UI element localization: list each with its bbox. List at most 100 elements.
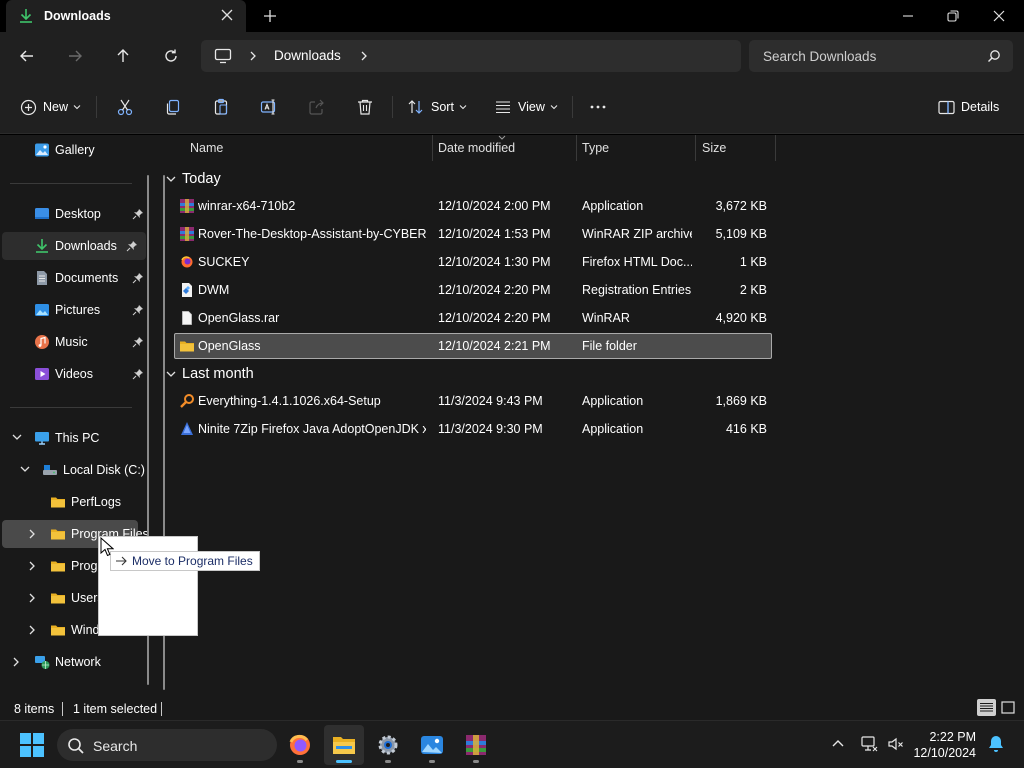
group-header-today[interactable]: Today <box>166 167 221 191</box>
network-status-icon[interactable] <box>860 735 878 753</box>
column-header-size[interactable]: Size <box>695 135 775 161</box>
nav-item-desktop[interactable]: Desktop <box>8 200 146 228</box>
details-view-toggle[interactable] <box>977 699 996 716</box>
search-icon[interactable] <box>987 49 1001 63</box>
computer-icon <box>35 432 49 445</box>
selection-count: 1 item selected <box>73 702 158 716</box>
more-options-button[interactable] <box>589 94 607 120</box>
new-tab-icon[interactable] <box>262 8 278 24</box>
winrar-archive-icon <box>180 227 194 241</box>
column-header-type[interactable]: Type <box>576 135 696 161</box>
address-bar[interactable]: Downloads <box>201 40 741 72</box>
close-tab-icon[interactable] <box>220 8 234 22</box>
nav-label-local-disk: Local Disk (C:) <box>63 463 145 477</box>
taskbar-app-settings[interactable] <box>368 725 408 765</box>
music-icon <box>35 335 49 349</box>
details-pane-button[interactable]: Details <box>938 94 999 120</box>
taskbar-app-winrar[interactable] <box>456 725 496 765</box>
breadcrumb-downloads[interactable]: Downloads <box>274 48 341 63</box>
file-row[interactable]: DWM 12/10/2024 2:20 PM Registration Entr… <box>174 277 772 303</box>
nav-item-this-pc[interactable]: This PC <box>8 424 146 452</box>
search-input[interactable] <box>749 40 979 72</box>
taskbar-app-photos[interactable] <box>412 725 452 765</box>
pin-icon[interactable] <box>132 272 144 284</box>
gallery-icon <box>35 143 49 157</box>
nav-item-gallery[interactable]: Gallery <box>8 136 146 164</box>
volume-muted-icon[interactable] <box>887 735 905 753</box>
nav-item-downloads[interactable]: Downloads <box>2 232 146 260</box>
file-row[interactable]: Ninite 7Zip Firefox Java AdoptOpenJDK x.… <box>174 416 772 442</box>
file-row[interactable]: SUCKEY 12/10/2024 1:30 PM Firefox HTML D… <box>174 249 772 275</box>
nav-item-pictures[interactable]: Pictures <box>8 296 146 324</box>
file-row[interactable]: Rover-The-Desktop-Assistant-by-CYBER... … <box>174 221 772 247</box>
chevron-right-icon[interactable] <box>28 625 36 635</box>
rename-button[interactable] <box>260 94 278 120</box>
nav-item-perflogs[interactable]: PerfLogs <box>8 488 146 516</box>
taskbar-app-firefox[interactable] <box>280 725 320 765</box>
pin-icon[interactable] <box>132 336 144 348</box>
column-divider[interactable] <box>775 135 776 161</box>
file-type: File folder <box>582 339 637 353</box>
group-header-last-month[interactable]: Last month <box>166 362 254 386</box>
taskbar-app-file-explorer[interactable] <box>324 725 364 765</box>
tab-downloads[interactable]: Downloads <box>6 0 246 32</box>
nav-item-videos[interactable]: Videos <box>8 360 146 388</box>
tiles-view-toggle[interactable] <box>999 699 1018 716</box>
nav-divider <box>10 407 132 408</box>
network-icon <box>35 656 50 669</box>
nav-item-music[interactable]: Music <box>8 328 146 356</box>
cut-button[interactable] <box>116 94 134 120</box>
pin-icon[interactable] <box>126 240 138 252</box>
file-type: Application <box>582 394 644 408</box>
chevron-up-icon[interactable] <box>832 739 844 747</box>
nav-item-documents[interactable]: Documents <box>8 264 146 292</box>
column-header-name[interactable]: Name <box>182 135 432 161</box>
start-button[interactable] <box>20 733 44 757</box>
restore-button[interactable] <box>930 0 976 32</box>
file-row[interactable]: OpenGlass.rar 12/10/2024 2:20 PM WinRAR … <box>174 305 772 331</box>
folder-icon <box>51 593 65 604</box>
new-button[interactable]: New <box>20 94 81 120</box>
drive-icon <box>43 465 57 475</box>
view-button[interactable]: View <box>494 94 558 120</box>
chevron-down-icon[interactable] <box>20 465 30 473</box>
nav-item-network[interactable]: Network <box>8 648 146 676</box>
copy-icon <box>166 99 180 115</box>
pin-icon[interactable] <box>132 368 144 380</box>
file-row[interactable]: winrar-x64-710b2 12/10/2024 2:00 PM Appl… <box>174 193 772 219</box>
file-type: WinRAR ZIP archive <box>582 227 692 241</box>
delete-button[interactable] <box>356 94 374 120</box>
back-button[interactable] <box>13 44 41 68</box>
file-row[interactable]: Everything-1.4.1.1026.x64-Setup 11/3/202… <box>174 388 772 414</box>
chevron-down-icon[interactable] <box>12 433 22 441</box>
pin-icon[interactable] <box>132 304 144 316</box>
copy-button[interactable] <box>164 94 182 120</box>
chevron-right-icon[interactable] <box>12 657 20 667</box>
file-date: 12/10/2024 2:20 PM <box>438 283 551 297</box>
nav-label-desktop: Desktop <box>55 207 101 221</box>
sort-button[interactable]: Sort <box>407 94 467 120</box>
column-header-date[interactable]: Date modified <box>432 135 576 161</box>
taskbar-search[interactable]: Search <box>57 729 277 761</box>
chevron-right-icon[interactable] <box>360 51 368 61</box>
file-date: 11/3/2024 9:30 PM <box>438 422 543 436</box>
refresh-button[interactable] <box>157 44 185 68</box>
close-window-button[interactable] <box>976 0 1022 32</box>
winrar-icon <box>466 735 486 755</box>
up-button[interactable] <box>109 44 137 68</box>
file-type: Application <box>582 199 644 213</box>
chevron-right-icon[interactable] <box>28 561 36 571</box>
paste-button[interactable] <box>212 94 230 120</box>
system-clock[interactable]: 2:22 PM 12/10/2024 <box>906 729 976 761</box>
notification-bell-icon[interactable] <box>988 735 1004 753</box>
file-row-selected[interactable]: OpenGlass 12/10/2024 2:21 PM File folder <box>174 333 772 359</box>
close-icon <box>993 10 1005 22</box>
minimize-button[interactable] <box>885 0 931 32</box>
nav-item-local-disk[interactable]: Local Disk (C:) <box>8 456 146 484</box>
chevron-right-icon[interactable] <box>249 51 257 61</box>
chevron-right-icon[interactable] <box>28 529 36 539</box>
chevron-right-icon[interactable] <box>28 593 36 603</box>
share-button[interactable] <box>308 94 326 120</box>
forward-button[interactable] <box>61 44 89 68</box>
pin-icon[interactable] <box>132 208 144 220</box>
